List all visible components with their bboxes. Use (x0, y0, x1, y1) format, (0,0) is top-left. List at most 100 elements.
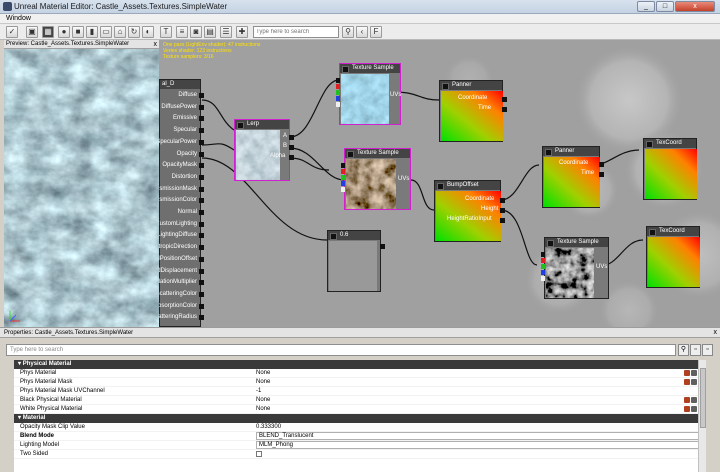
property-row[interactable]: Black Physical Material None (14, 396, 706, 405)
sphere-icon[interactable]: ● (58, 26, 70, 38)
property-row[interactable]: Phys Material None (14, 369, 706, 378)
texture-sample-node-1[interactable]: Texture Sample UVs (336, 63, 401, 125)
lerp-pin-b[interactable] (289, 145, 294, 150)
result-input-pin[interactable] (199, 268, 204, 274)
node-icon[interactable]: ◙ (190, 26, 202, 38)
result-input-pin[interactable] (199, 303, 204, 309)
property-value[interactable]: None (256, 405, 270, 414)
plane-icon[interactable]: ▭ (100, 26, 112, 38)
property-category[interactable]: ▾ Physical Material (14, 360, 706, 369)
use-selected-icon[interactable] (684, 379, 690, 385)
property-value[interactable]: None (256, 369, 270, 378)
stats-icon[interactable]: ≡ (176, 26, 188, 38)
use-selected-icon[interactable] (684, 370, 690, 376)
preview-close-button[interactable]: x (154, 40, 158, 49)
property-row[interactable]: Phys Material Mask UVChannel -1 (14, 387, 706, 396)
property-value[interactable]: MLM_Phong (256, 441, 704, 449)
result-input-pin[interactable] (199, 245, 204, 251)
properties-scrollbar[interactable] (698, 360, 706, 472)
result-input-pin[interactable] (199, 116, 204, 122)
result-input-pin[interactable] (199, 233, 204, 239)
property-value[interactable]: None (256, 378, 270, 387)
properties-close-button[interactable]: x (714, 328, 718, 338)
result-input-pin[interactable] (199, 186, 204, 192)
result-input-pin[interactable] (199, 163, 204, 169)
property-category[interactable]: ▾ Material (14, 414, 706, 423)
font-icon[interactable]: F (370, 26, 382, 38)
result-input-pin[interactable] (199, 256, 204, 262)
property-value[interactable]: None (256, 396, 270, 405)
text-icon[interactable]: T (160, 26, 172, 38)
property-value[interactable]: 0.333300 (256, 423, 281, 432)
material-result-node[interactable]: al_D Diffuse DiffusePower Emissive Specular… (159, 79, 204, 327)
result-input-pin[interactable] (199, 210, 204, 215)
bump-pin-height[interactable] (500, 208, 505, 213)
clear-icon[interactable]: ▫ (702, 344, 713, 356)
property-row[interactable]: Lighting Model MLM_Phong (14, 441, 706, 450)
search-icon[interactable]: ⚲ (678, 344, 689, 356)
property-row[interactable]: Opacity Mask Clip Value 0.333300 (14, 423, 706, 432)
properties-search-input[interactable]: Type here to search (6, 344, 676, 356)
use-selected-icon[interactable] (684, 406, 690, 412)
property-row[interactable]: White Physical Material None (14, 405, 706, 414)
minimize-button[interactable]: _ (637, 1, 655, 12)
result-input-pin[interactable] (199, 280, 204, 286)
save-icon[interactable]: ▣ (26, 26, 38, 38)
result-input-pin[interactable] (199, 151, 204, 157)
home-icon[interactable]: ⌂ (114, 26, 126, 38)
panner1-pin-time[interactable] (502, 107, 507, 112)
menu-window[interactable]: Window (6, 15, 31, 22)
panner-node-2[interactable]: Panner Coordinate Time (542, 146, 604, 208)
bump-pin-coord[interactable] (500, 198, 505, 203)
search-icon[interactable]: ⚲ (342, 26, 354, 38)
result-input-pin[interactable] (199, 221, 204, 227)
two-sided-checkbox[interactable] (256, 451, 262, 457)
toolbar-search-input[interactable] (253, 26, 339, 38)
property-row[interactable]: Two Sided (14, 450, 706, 459)
result-input-pin[interactable] (199, 104, 204, 110)
expressions-icon[interactable]: ▤ (204, 26, 216, 38)
bump-pin-ratio[interactable] (500, 218, 505, 223)
grid-icon[interactable]: ▦ (42, 26, 54, 38)
texcoord-node-1[interactable]: TexCoord (643, 138, 697, 200)
constant-node[interactable]: 0.6 (327, 230, 385, 292)
lerp-pin-a[interactable] (289, 135, 294, 140)
result-input-pin[interactable] (199, 139, 204, 145)
texture-sample-node-3[interactable]: Texture Sample UVs (541, 237, 609, 299)
comment-icon[interactable]: ☰ (220, 26, 232, 38)
panner-node-1[interactable]: Panner Coordinate Time (439, 80, 507, 142)
property-row[interactable]: Blend Mode BLEND_Translucent (14, 432, 706, 441)
panner1-pin-coord[interactable] (502, 97, 507, 102)
result-input-pin[interactable] (199, 291, 204, 297)
property-value[interactable]: BLEND_Translucent (256, 432, 704, 440)
browse-icon[interactable] (691, 379, 697, 385)
texture-sample-node-2[interactable]: Texture Sample UVs (341, 148, 411, 210)
maximize-button[interactable]: □ (656, 1, 674, 12)
result-input-pin[interactable] (199, 128, 204, 134)
browse-icon[interactable] (691, 406, 697, 412)
filter-icon[interactable]: ▫ (690, 344, 701, 356)
cube-icon[interactable]: ■ (72, 26, 84, 38)
browse-icon[interactable] (691, 397, 697, 403)
refresh-icon[interactable]: ↻ (128, 26, 140, 38)
result-input-pin[interactable] (199, 315, 204, 321)
lerp-pin-alpha[interactable] (289, 155, 294, 160)
panner2-pin-time[interactable] (599, 172, 604, 177)
browse-icon[interactable] (691, 370, 697, 376)
use-selected-icon[interactable] (684, 397, 690, 403)
preview-viewport[interactable] (4, 49, 159, 327)
lerp-node[interactable]: Lerp A B Alpha (234, 119, 294, 181)
prev-result-icon[interactable]: ‹ (356, 26, 368, 38)
panner2-pin-coord[interactable] (599, 162, 604, 167)
bumpoffset-node[interactable]: BumpOffset Coordinate Height HeightRatio… (434, 180, 505, 242)
constant-pin[interactable] (380, 244, 385, 249)
property-row[interactable]: Phys Material Mask None (14, 378, 706, 387)
clean-icon[interactable]: ✚ (236, 26, 248, 38)
material-graph-canvas[interactable]: One pass (LightEnv shader): 47 instructi… (159, 40, 720, 327)
texcoord-node-2[interactable]: TexCoord (646, 226, 700, 288)
result-input-pin[interactable] (199, 174, 204, 180)
result-input-pin[interactable] (199, 198, 204, 204)
apply-checkmark-icon[interactable]: ✓ (6, 26, 18, 38)
property-value[interactable]: -1 (256, 387, 261, 396)
scrollbar-thumb[interactable] (700, 368, 706, 428)
